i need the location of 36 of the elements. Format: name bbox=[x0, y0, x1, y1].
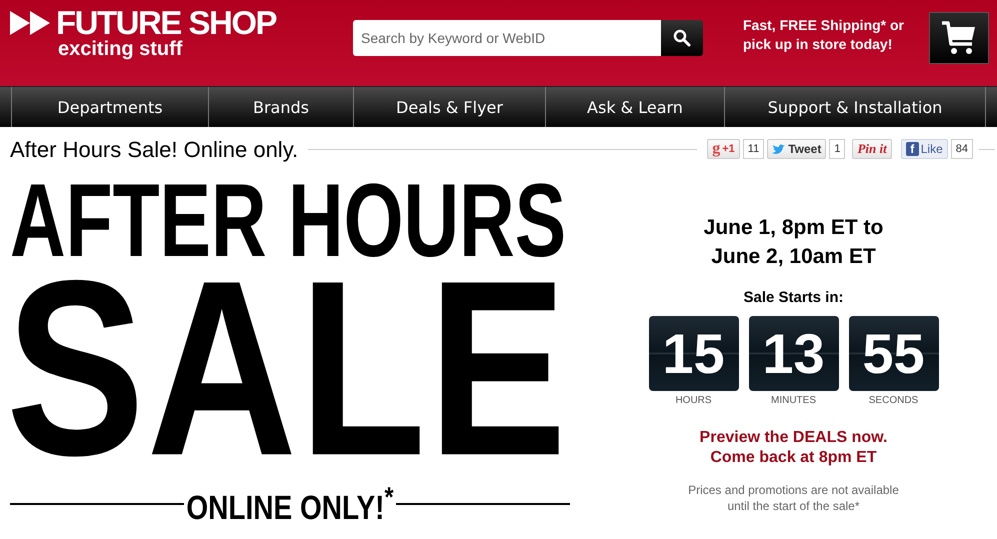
share-count: 84 bbox=[950, 139, 973, 159]
countdown-title: Sale Starts in: bbox=[743, 289, 844, 306]
nav-tab[interactable]: Deals & Flyer bbox=[354, 87, 546, 127]
countdown-tile: 15 bbox=[648, 316, 738, 391]
page-title: After Hours Sale! Online only. bbox=[10, 137, 298, 163]
google-plus-button[interactable]: g+1 bbox=[707, 139, 740, 159]
nav-tab[interactable]: Brands bbox=[209, 87, 354, 127]
banner-online-only: ONLINE ONLY!$^{*}$ bbox=[185, 481, 395, 528]
search-button[interactable] bbox=[661, 20, 703, 56]
cart-icon bbox=[940, 20, 978, 56]
banner-heading: AFTER HOURS bbox=[10, 183, 566, 259]
search-field[interactable]: Search by Keyword or WebID bbox=[353, 20, 661, 56]
bird-icon bbox=[772, 144, 786, 154]
share-count: 11 bbox=[742, 139, 764, 159]
fast-forward-icon bbox=[10, 11, 52, 35]
countdown-tile: 55 bbox=[848, 316, 938, 391]
nav-tab[interactable]: Ask & Learn bbox=[546, 87, 725, 127]
sale-schedule: June 1, 8pm ET to June 2, 10am ET bbox=[704, 215, 884, 270]
logo-wordmark[interactable]: FUTURE SHOP bbox=[56, 8, 276, 38]
banner-sale-text: SALE bbox=[6, 279, 569, 459]
nav-tab[interactable]: Departments bbox=[11, 87, 209, 127]
nav-tab[interactable]: Support & Installation bbox=[725, 87, 986, 127]
cart-button[interactable] bbox=[929, 12, 989, 64]
disclaimer-text: Prices and promotions are not available until the start of the sale* bbox=[688, 482, 899, 514]
logo-tagline: exciting stuff bbox=[58, 38, 184, 60]
share-count: 1 bbox=[829, 139, 846, 159]
countdown-tile: 13 bbox=[748, 316, 838, 391]
countdown-label: SECONDS bbox=[868, 395, 918, 406]
preview-message: Preview the DEALS now. Come back at 8pm ET bbox=[700, 428, 888, 468]
pin-it-button[interactable]: Pin it bbox=[852, 139, 892, 159]
search-icon bbox=[673, 29, 691, 47]
tweet-button[interactable]: Tweet bbox=[767, 139, 826, 159]
countdown-label: MINUTES bbox=[771, 395, 816, 406]
shipping-note: Fast, FREE Shipping* or pick up in store today! bbox=[743, 16, 906, 54]
countdown-label: HOURS bbox=[675, 395, 712, 406]
like-button[interactable]: f Like bbox=[900, 139, 948, 159]
